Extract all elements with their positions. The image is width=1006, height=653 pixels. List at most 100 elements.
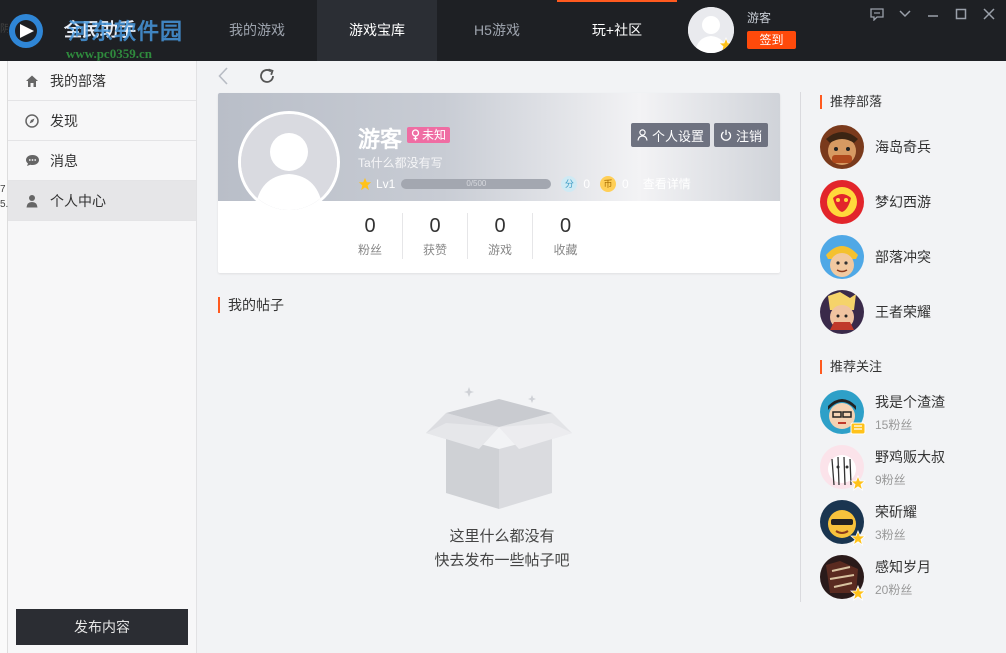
follow-name: 我是个渣渣 [875,393,945,410]
user-outline-icon [637,129,648,141]
level-text: Lv1 [376,176,396,191]
sidebar-item-label: 发现 [50,112,78,129]
star-badge-icon [850,585,866,601]
stat-likes[interactable]: 0 获赞 [403,213,468,259]
nav-arrows [212,66,278,86]
app-logo-icon [9,14,43,48]
follow-item[interactable]: 荣斫耀 3粉丝 [820,500,917,546]
star-badge-icon [718,37,734,53]
user-icon [24,193,40,209]
top-tabs: 我的游戏 游戏宝库 H5游戏 玩+社区 [197,0,677,61]
watermark-text: 河东软件园 [68,19,184,44]
personal-settings-button[interactable]: 个人设置 [630,123,710,147]
empty-line-1: 这里什么都没有 [449,528,555,545]
tribe-name: 梦幻西游 [875,194,931,210]
top-avatar[interactable] [688,7,734,53]
brand: 全民助手 河东软件园 www.pc0359.cn [0,0,200,61]
dropdown-icon[interactable] [896,6,914,22]
strip-fragment: 阴 [0,24,8,35]
stat-games[interactable]: 0 游戏 [468,213,533,259]
sidebar-item-discover[interactable]: 发现 [8,101,196,141]
close-icon[interactable] [980,6,998,22]
tribe-item[interactable]: 王者荣耀 [820,290,931,334]
sidebar: 我的部落 发现 消息 个人中心 发布内容 [8,61,197,653]
right-panel: 推荐部落 海岛奇兵 梦幻西游 部落冲突 王者荣耀 推荐关注 我是个渣渣 15粉丝… [800,92,1006,602]
signin-button[interactable]: 签到 [747,31,796,49]
logout-button[interactable]: 注销 [713,123,768,147]
window-controls [868,6,998,22]
star-badge-icon [850,530,866,546]
stat-fans[interactable]: 0 粉丝 [338,213,403,259]
sidebar-item-label: 消息 [50,152,78,169]
follow-name: 荣斫耀 [875,503,917,520]
watermark-url: www.pc0359.cn [66,46,152,61]
strip-fragment: 7 [0,184,6,195]
sidebar-item-personal-center[interactable]: 个人中心 [8,181,196,221]
follow-fans: 9粉丝 [875,472,906,487]
profile-name: 游客 [358,127,403,152]
tribe-name: 海岛奇兵 [875,139,931,155]
stat-label: 游戏 [487,243,512,257]
stat-favorites[interactable]: 0 收藏 [533,213,598,259]
stat-value: 0 [429,215,441,237]
tab-game-library[interactable]: 游戏宝库 [317,0,437,61]
exp-text: 0/500 [466,178,487,188]
sidebar-item-label: 我的部落 [50,72,106,89]
recommend-tribes-title: 推荐部落 [820,95,882,109]
message-icon [24,153,40,169]
follow-fans: 3粉丝 [875,527,906,542]
maximize-icon[interactable] [952,6,970,22]
top-username: 游客 [747,11,772,25]
stat-value: 0 [559,215,572,237]
tribe-name: 王者荣耀 [875,304,931,320]
tab-community[interactable]: 玩+社区 [557,0,677,61]
empty-line-2: 快去发布一些帖子吧 [434,552,570,569]
stat-label: 获赞 [422,243,447,257]
tribe-item[interactable]: 海岛奇兵 [820,125,931,169]
minimize-icon[interactable] [924,6,942,22]
follow-avatar-wrap [820,500,866,546]
level-row: Lv1 0/500 分 0 币 0 查看详情 [358,175,691,192]
sidebar-item-messages[interactable]: 消息 [8,141,196,181]
sidebar-item-my-tribe[interactable]: 我的部落 [8,61,196,101]
sidebar-item-label: 个人中心 [50,192,106,209]
logout-label: 注销 [735,128,762,144]
exp-progress-bar: 0/500 [401,178,552,189]
top-bar: 全民助手 河东软件园 www.pc0359.cn 我的游戏 游戏宝库 H5游戏 … [0,0,1006,61]
follow-fans: 15粉丝 [875,417,913,432]
follow-item[interactable]: 野鸡贩大叔 9粉丝 [820,445,945,491]
gender-badge: 未知 [407,127,451,143]
tab-h5-games[interactable]: H5游戏 [437,0,557,61]
tribe-avatar [820,180,864,224]
tribe-avatar [820,290,864,334]
coin-icon: 币 [600,175,617,192]
tribe-avatar [820,235,864,279]
tab-my-games[interactable]: 我的游戏 [197,0,317,61]
female-icon [411,129,420,141]
stat-value: 0 [364,215,376,237]
recommend-follow-title: 推荐关注 [820,360,882,374]
follow-item[interactable]: 我是个渣渣 15粉丝 [820,390,945,435]
view-details-link[interactable]: 查看详情 [643,175,691,192]
feedback-icon[interactable] [868,6,886,22]
tribe-item[interactable]: 梦幻西游 [820,180,931,224]
stat-label: 收藏 [553,243,578,257]
main-content: 游客 未知 Ta什么都没有写 Lv1 0/500 分 0 币 0 查看详情 个人… [198,61,806,653]
default-avatar-icon [241,114,337,210]
profile-avatar[interactable] [238,111,340,213]
publish-button[interactable]: 发布内容 [16,609,188,645]
follow-item[interactable]: 感知岁月 20粉丝 [820,555,931,601]
back-icon[interactable] [212,66,234,86]
empty-box-icon [426,387,572,509]
follow-avatar-wrap [820,555,866,601]
my-posts-title: 我的帖子 [218,297,284,313]
tribe-item[interactable]: 部落冲突 [820,235,931,279]
refresh-icon[interactable] [256,66,278,86]
profile-stats: 0 粉丝 0 获赞 0 游戏 0 收藏 [338,213,598,259]
tribe-name: 部落冲突 [875,249,931,265]
follow-name: 野鸡贩大叔 [875,448,945,465]
strip-fragment: 5. [0,199,8,210]
vip-badge-icon [850,422,866,435]
follow-avatar-wrap [820,390,866,435]
background-window-strip: 阴 7 5. [0,24,8,653]
